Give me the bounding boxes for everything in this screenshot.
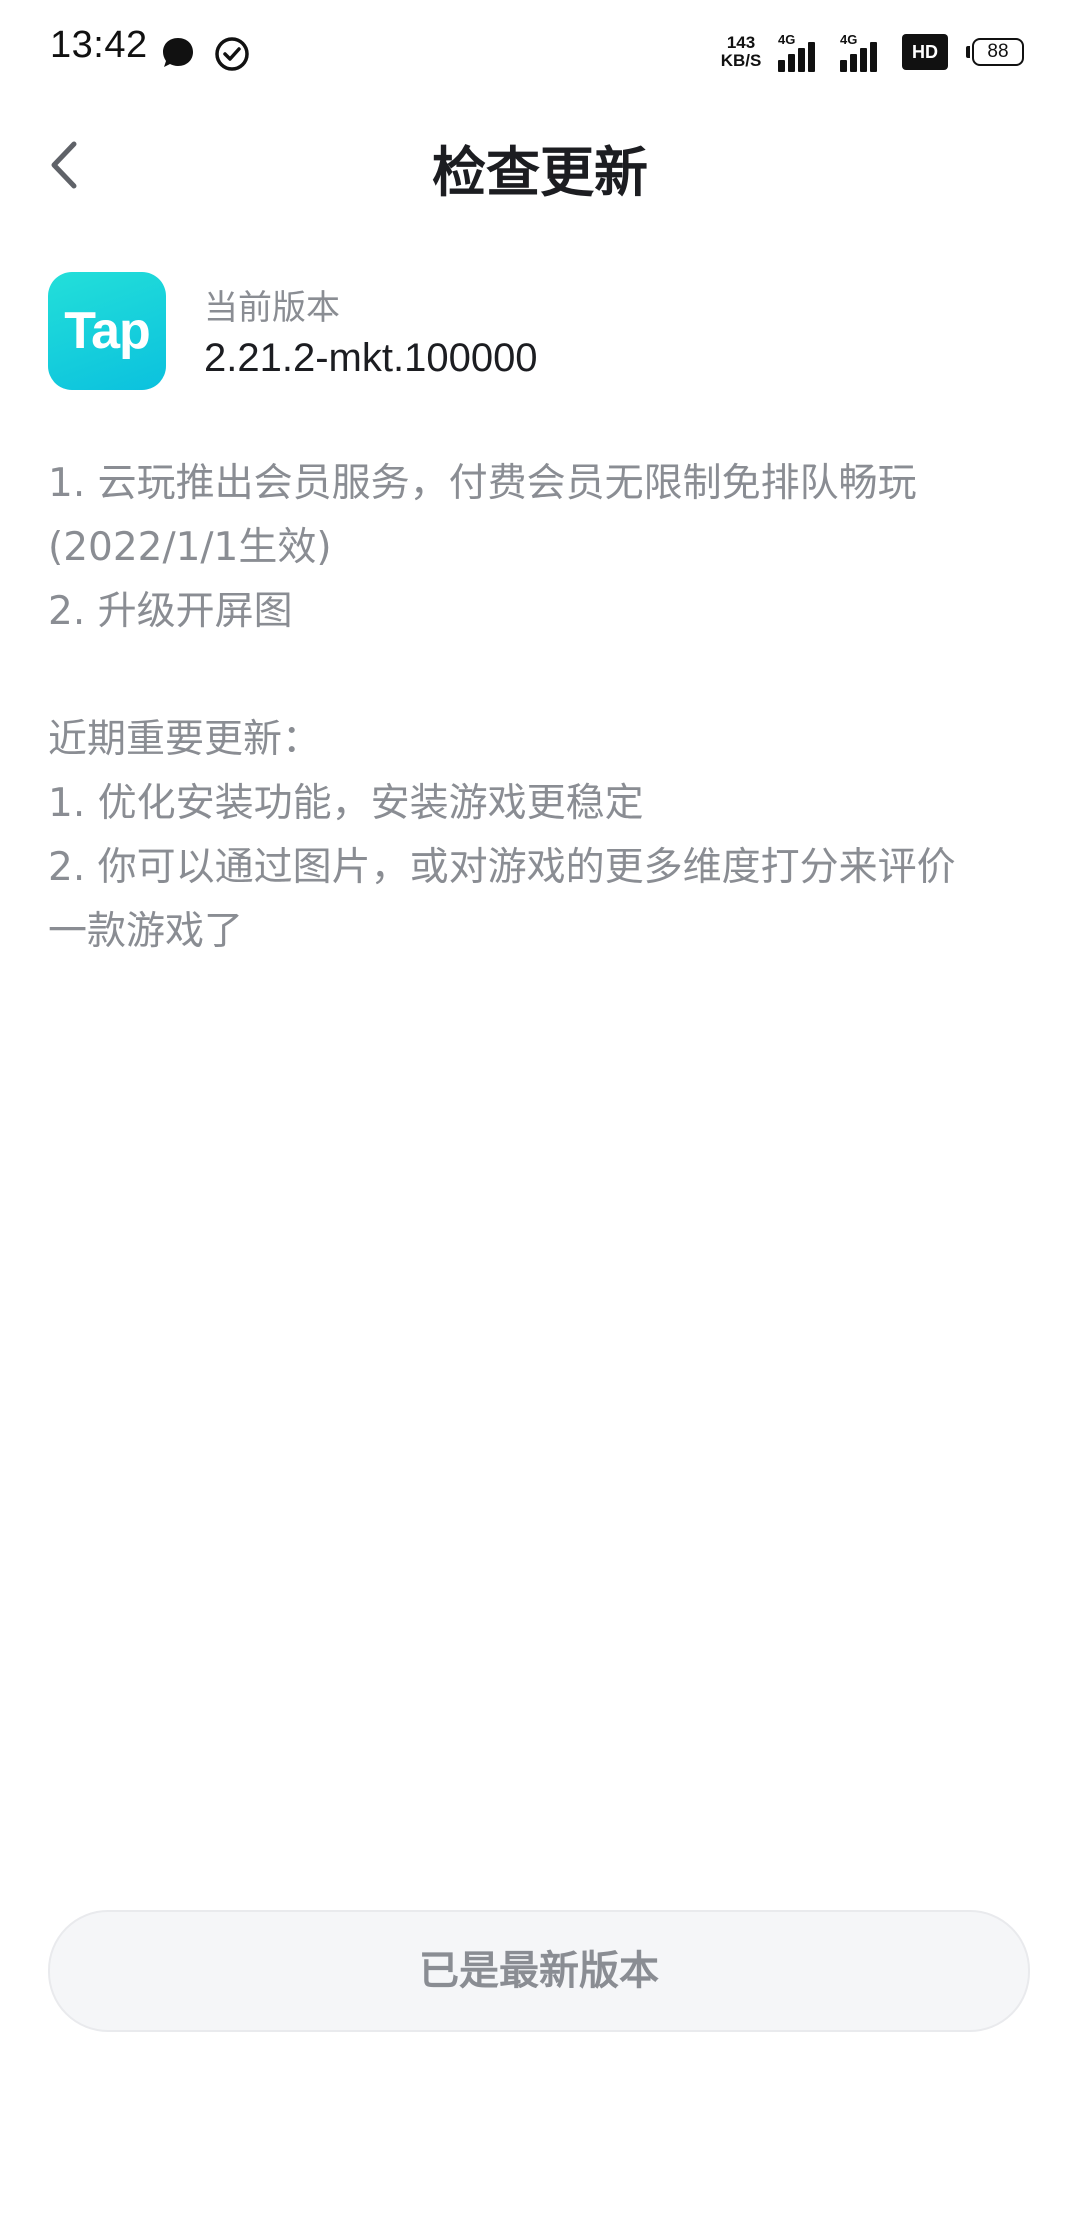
app-logo-icon: Tap	[48, 272, 166, 390]
header: 检查更新	[0, 110, 1080, 220]
chat-bubble-icon	[163, 38, 193, 67]
status-time: 13:42	[50, 24, 148, 66]
signal-icon: 4G	[778, 32, 826, 72]
version-value: 2.21.2-mkt.100000	[204, 336, 538, 380]
current-version-block: Tap 当前版本 2.21.2-mkt.100000	[48, 272, 1048, 402]
network-speed-unit: KB/S	[720, 51, 762, 70]
status-bar: 13:42 143 KB/S 4G 4G HD 88	[0, 0, 1080, 110]
hd-icon: HD	[902, 34, 948, 70]
page-title: 检查更新	[432, 141, 648, 204]
release-note-line: 1. 云玩推出会员服务，付费会员无限制免排队畅玩	[48, 461, 917, 506]
network-speed-value: 143	[726, 33, 756, 52]
release-note-line: 2. 你可以通过图片，或对游戏的更多维度打分来评价	[48, 845, 956, 890]
release-notes: 1. 云玩推出会员服务，付费会员无限制免排队畅玩 (2022/1/1生效) 2.…	[48, 452, 1033, 964]
release-note-line: 一款游戏了	[48, 909, 244, 954]
release-note-spacer	[48, 644, 1033, 708]
signal-network-label: 4G	[840, 32, 858, 47]
release-note-line: 1. 优化安装功能，安装游戏更稳定	[48, 781, 644, 826]
network-speed: 143 KB/S	[718, 34, 764, 70]
check-circle-icon	[215, 37, 249, 71]
already-latest-button[interactable]: 已是最新版本	[48, 1910, 1030, 2032]
signal-icon: 4G	[840, 32, 888, 72]
release-note-line: 2. 升级开屏图	[48, 589, 293, 634]
signal-network-label: 4G	[778, 32, 796, 47]
battery-icon: 88	[966, 38, 1026, 66]
version-label: 当前版本	[204, 288, 340, 328]
release-note-line: (2022/1/1生效)	[48, 525, 332, 570]
battery-level: 88	[972, 38, 1024, 66]
recent-updates-heading: 近期重要更新：	[48, 717, 322, 762]
